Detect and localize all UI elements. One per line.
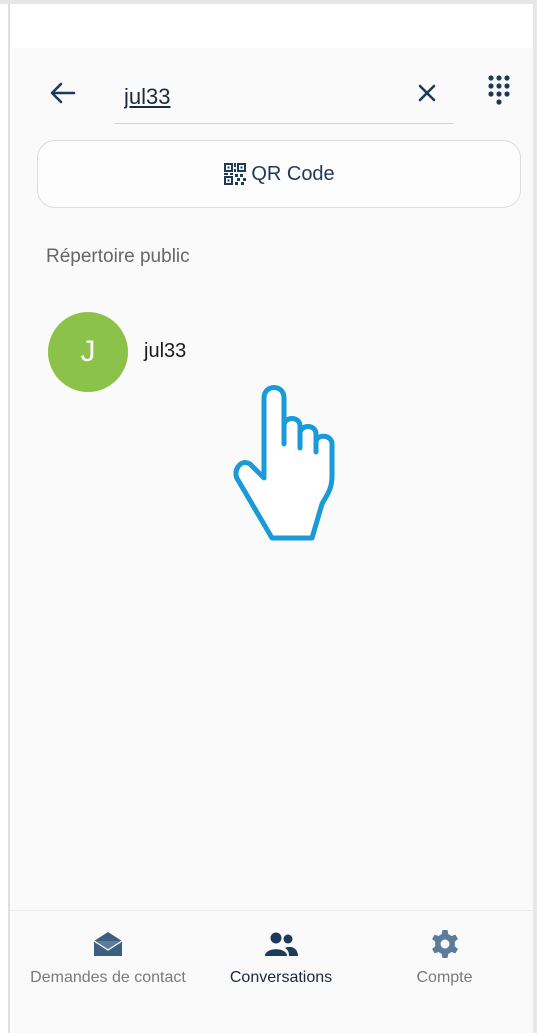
avatar: J — [48, 312, 128, 392]
nav-contact-requests[interactable]: Demandes de contact — [10, 911, 206, 1011]
nav-label: Compte — [416, 969, 473, 986]
qr-code-icon — [224, 163, 247, 185]
arrow-left-icon — [50, 82, 76, 104]
section-title: Répertoire public — [46, 246, 190, 267]
nav-account[interactable]: Compte — [356, 911, 533, 1011]
nav-label: Demandes de contact — [30, 969, 186, 986]
search-input[interactable] — [124, 82, 394, 112]
qr-code-label: QR Code — [251, 162, 335, 185]
window-frame-right — [533, 4, 537, 1033]
dialpad-button[interactable] — [482, 72, 516, 110]
close-icon — [418, 84, 436, 102]
phone-screen: QR Code Répertoire public J jul33 Demand… — [10, 4, 533, 1033]
contact-result-item[interactable]: J jul33 — [10, 300, 533, 396]
search-field — [114, 68, 454, 124]
nav-label: Conversations — [229, 969, 333, 986]
contact-name: jul33 — [144, 340, 187, 362]
search-screen: QR Code Répertoire public J jul33 — [10, 48, 533, 910]
back-button[interactable] — [48, 78, 78, 108]
clear-search-button[interactable] — [412, 78, 442, 108]
qr-code-button[interactable]: QR Code — [37, 140, 521, 208]
pointing-hand-icon — [233, 385, 335, 541]
dialpad-icon — [488, 75, 510, 105]
envelope-open-icon — [93, 932, 123, 956]
gear-icon — [431, 930, 458, 958]
people-icon — [265, 932, 298, 956]
nav-conversations[interactable]: Conversations — [206, 911, 356, 1011]
bottom-navigation: Demandes de contact Conversations Compte — [10, 910, 533, 1033]
